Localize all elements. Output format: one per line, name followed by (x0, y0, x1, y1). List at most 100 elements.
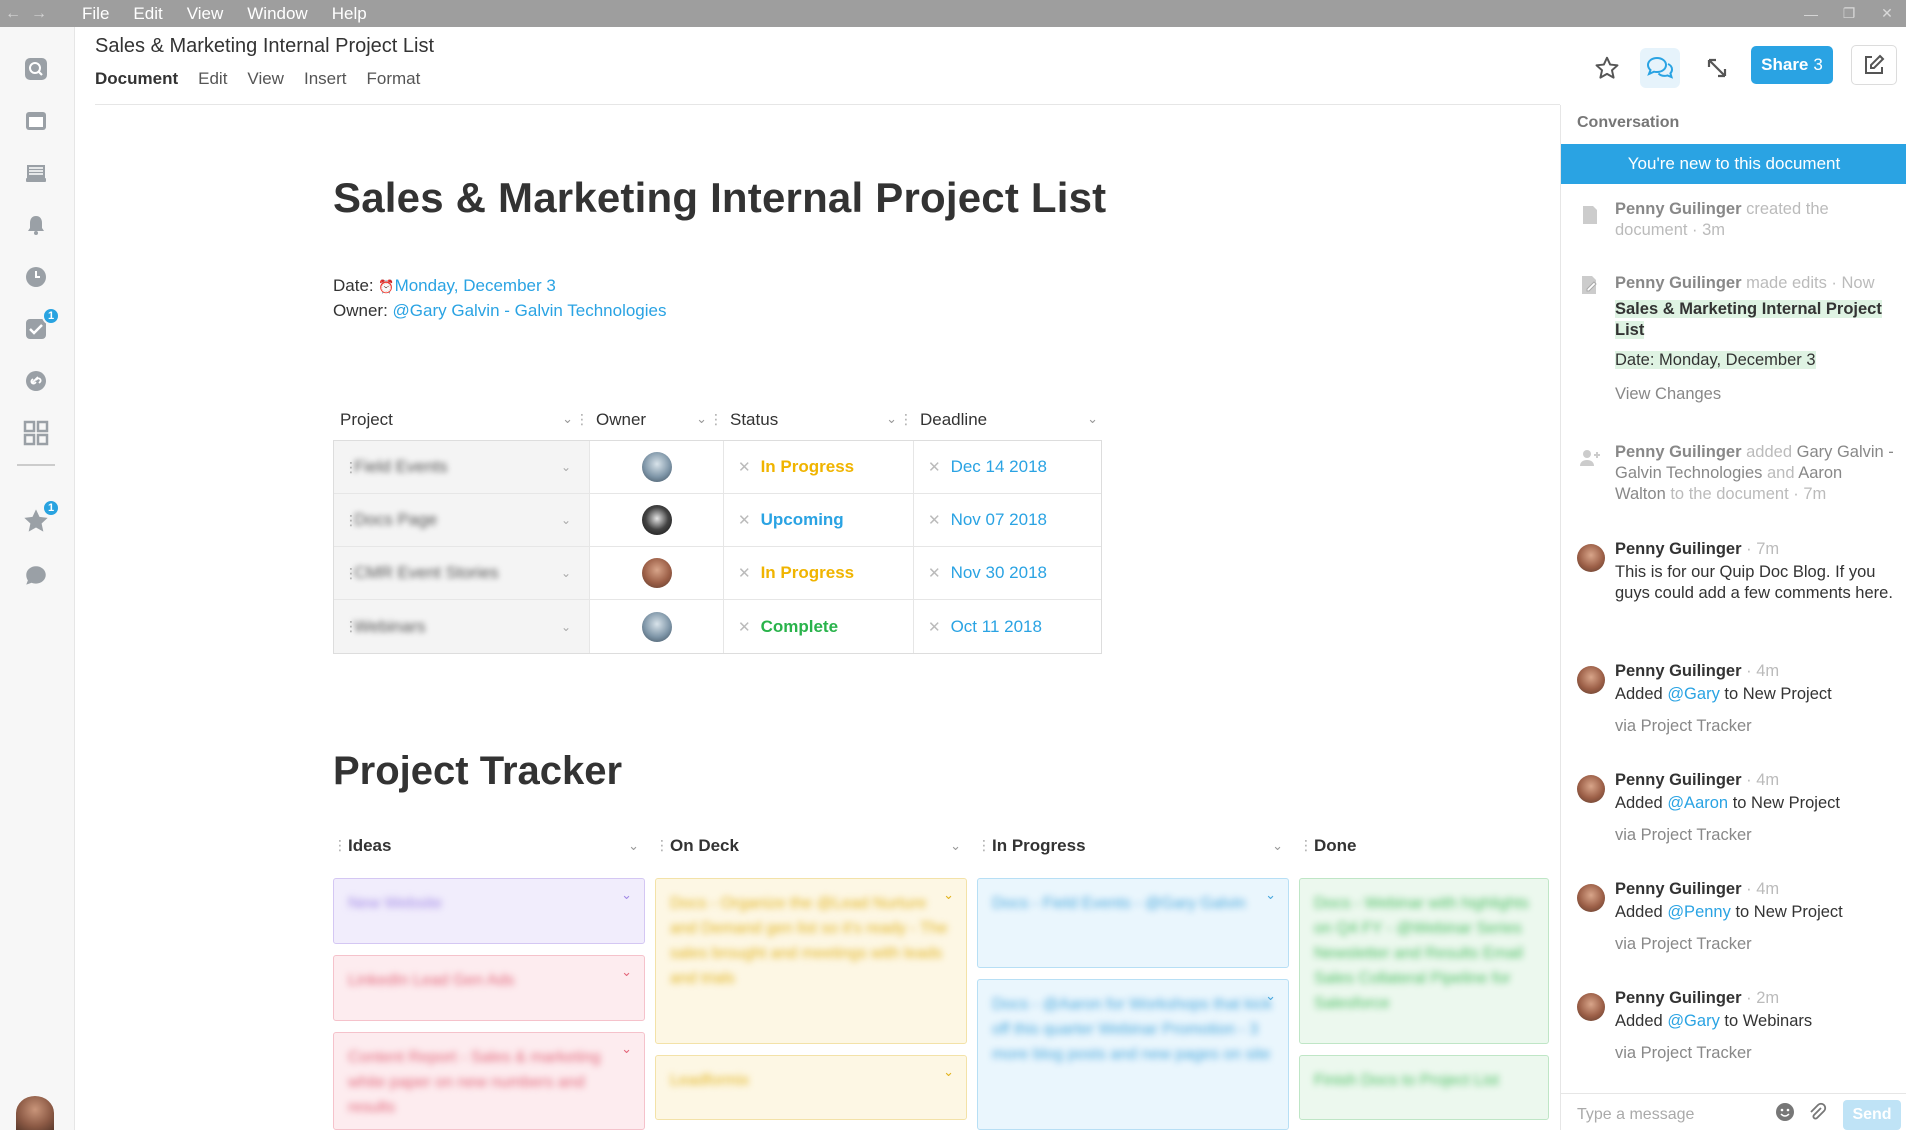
chevron-down-icon[interactable]: ⌄ (561, 460, 571, 474)
via-link[interactable]: via Project Tracker (1615, 825, 1895, 846)
kanban-card[interactable]: Content Report - Sales & marketing white… (333, 1032, 645, 1130)
clear-icon[interactable]: ✕ (738, 458, 751, 476)
deadline-cell[interactable]: ✕ Nov 07 2018 (914, 494, 1101, 546)
deadline-cell[interactable]: ✕ Oct 11 2018 (914, 600, 1101, 653)
menu-view[interactable]: View (187, 4, 224, 24)
chevron-down-icon[interactable]: ⌄ (1265, 988, 1276, 1004)
kanban-card[interactable]: LinkedIn Lead Gen Ads ⌄ (333, 955, 645, 1021)
clear-icon[interactable]: ✕ (928, 458, 941, 476)
avatar[interactable] (1577, 544, 1605, 572)
kanban-column-header[interactable]: ⋮ On Deck ⌄ (655, 836, 967, 860)
via-link[interactable]: via Project Tracker (1615, 934, 1895, 955)
mention-link[interactable]: @Penny (1667, 903, 1731, 921)
project-cell[interactable]: ⋮ Field Events ⌄ (334, 441, 590, 493)
restore-icon[interactable]: ❐ (1830, 5, 1868, 22)
chevron-down-icon[interactable]: ⌄ (1272, 838, 1283, 854)
kanban-card[interactable]: Docs - Field Events - @Gary Galvin ⌄ (977, 878, 1289, 968)
column-header-project[interactable]: Project ⌄ ⋮ (333, 403, 589, 437)
mention-link[interactable]: @Aaron (1667, 794, 1728, 812)
back-arrow-icon[interactable]: ← (0, 5, 26, 23)
drag-handle-icon[interactable]: ⋮ (655, 837, 669, 854)
status-cell[interactable]: ✕ In Progress (724, 547, 914, 599)
mention-link[interactable]: @Gary (1667, 685, 1720, 703)
clear-icon[interactable]: ✕ (928, 511, 941, 529)
owner-cell[interactable] (590, 494, 724, 546)
chevron-down-icon[interactable]: ⌄ (1087, 411, 1098, 427)
clock-icon[interactable] (22, 263, 50, 291)
mention-link[interactable]: @Gary (1667, 1012, 1720, 1030)
drag-handle-icon[interactable]: ⋮ (1299, 837, 1313, 854)
deadline-date[interactable]: Dec 14 2018 (951, 457, 1047, 477)
menu-edit[interactable]: Edit (133, 4, 162, 24)
link-icon[interactable] (22, 367, 50, 395)
chevron-down-icon[interactable]: ⌄ (943, 887, 954, 903)
forward-arrow-icon[interactable]: → (26, 5, 52, 23)
avatar[interactable] (1577, 993, 1605, 1021)
tab-format[interactable]: Format (367, 69, 421, 89)
deadline-cell[interactable]: ✕ Nov 30 2018 (914, 547, 1101, 599)
owner-avatar[interactable] (641, 558, 672, 588)
drag-handle-icon[interactable]: ⋮ (333, 837, 347, 854)
kanban-card[interactable]: Finish Docs to Project List (1299, 1055, 1549, 1120)
owner-cell[interactable] (590, 547, 724, 599)
via-link[interactable]: via Project Tracker (1615, 1043, 1895, 1064)
chevron-down-icon[interactable]: ⌄ (1265, 887, 1276, 903)
drag-handle-icon[interactable]: ⋮ (977, 837, 991, 854)
menu-help[interactable]: Help (332, 4, 367, 24)
kanban-card[interactable]: Leadformix ⌄ (655, 1055, 967, 1120)
clear-icon[interactable]: ✕ (928, 618, 941, 636)
kanban-card[interactable]: Docs - @Aaron for Workshops that kick of… (977, 979, 1289, 1130)
chevron-down-icon[interactable]: ⌄ (943, 1064, 954, 1080)
status-cell[interactable]: ✕ Upcoming (724, 494, 914, 546)
owner-avatar[interactable] (641, 452, 672, 482)
deadline-date[interactable]: Nov 30 2018 (951, 563, 1047, 583)
owner-cell[interactable] (590, 441, 724, 493)
tab-view[interactable]: View (247, 69, 284, 89)
menu-file[interactable]: File (82, 4, 109, 24)
kanban-card[interactable]: Docs - Organize the @Lead Nurture and De… (655, 878, 967, 1044)
chevron-down-icon[interactable]: ⌄ (628, 838, 639, 854)
tab-document[interactable]: Document (95, 69, 178, 89)
compose-button[interactable] (1851, 45, 1897, 85)
owner-cell[interactable] (590, 600, 724, 653)
kanban-card[interactable]: Docs - Webinar with highlights on Q4 FY … (1299, 878, 1549, 1044)
tab-insert[interactable]: Insert (304, 69, 347, 89)
star-icon[interactable]: 1 (22, 499, 60, 535)
favorite-star-icon[interactable] (1587, 48, 1627, 88)
clear-icon[interactable]: ✕ (738, 618, 751, 636)
apps-grid-icon[interactable] (22, 419, 50, 447)
expand-icon[interactable] (1697, 48, 1737, 88)
drag-handle-icon[interactable]: ⋮ (899, 411, 913, 428)
avatar[interactable] (1577, 666, 1605, 694)
search-icon[interactable] (22, 55, 50, 83)
kanban-column-header[interactable]: ⋮ Ideas ⌄ (333, 836, 645, 860)
tab-edit[interactable]: Edit (198, 69, 227, 89)
emoji-icon[interactable] (1775, 1102, 1795, 1127)
column-header-owner[interactable]: Owner ⌄ ⋮ (589, 403, 723, 437)
chevron-down-icon[interactable]: ⌄ (696, 411, 707, 427)
owner-mention[interactable]: @Gary Galvin - Galvin Technologies (393, 301, 667, 320)
send-button[interactable]: Send (1843, 1100, 1901, 1130)
tasks-icon[interactable]: 1 (22, 307, 60, 343)
owner-avatar[interactable] (641, 611, 672, 642)
message-composer[interactable]: Type a message Send (1561, 1093, 1906, 1130)
clear-icon[interactable]: ✕ (738, 511, 751, 529)
chevron-down-icon[interactable]: ⌄ (621, 964, 632, 980)
minimize-icon[interactable]: — (1792, 6, 1830, 22)
project-cell[interactable]: ⋮ CMR Event Stories ⌄ (334, 547, 590, 599)
chevron-down-icon[interactable]: ⌄ (886, 411, 897, 427)
menu-window[interactable]: Window (247, 4, 307, 24)
chat-icon[interactable] (22, 562, 50, 590)
kanban-column-header[interactable]: ⋮ In Progress ⌄ (977, 836, 1289, 860)
close-icon[interactable]: ✕ (1868, 5, 1906, 22)
status-cell[interactable]: ✕ In Progress (724, 441, 914, 493)
drag-handle-icon[interactable]: ⋮ (575, 411, 589, 428)
chevron-down-icon[interactable]: ⌄ (561, 620, 571, 634)
column-header-status[interactable]: Status ⌄ ⋮ (723, 403, 913, 437)
status-cell[interactable]: ✕ Complete (724, 600, 914, 653)
clear-icon[interactable]: ✕ (738, 564, 751, 582)
chevron-down-icon[interactable]: ⌄ (561, 513, 571, 527)
chevron-down-icon[interactable]: ⌄ (621, 1041, 632, 1057)
kanban-column-header[interactable]: ⋮ Done (1299, 836, 1549, 860)
share-button[interactable]: Share 3 (1751, 46, 1833, 84)
